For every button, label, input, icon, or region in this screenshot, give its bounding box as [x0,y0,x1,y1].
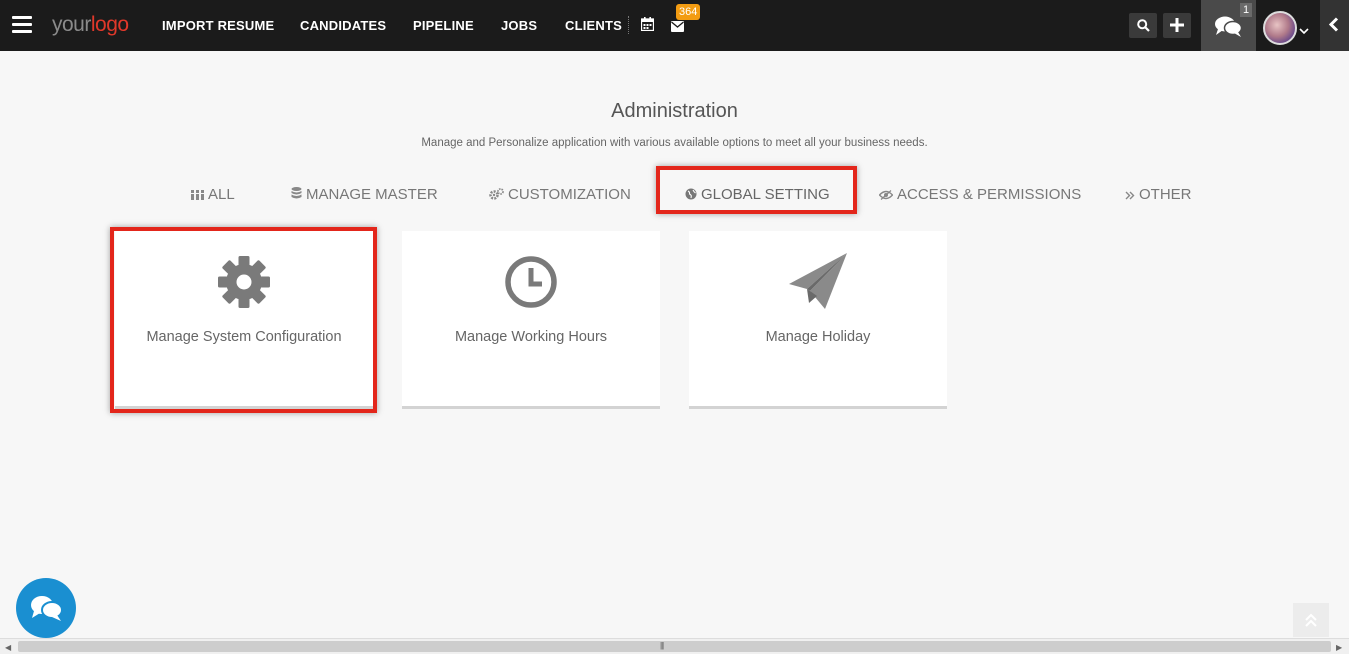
scroll-to-top-button[interactable] [1293,603,1329,637]
card-manage-working-hours[interactable]: Manage Working Hours [402,231,660,409]
search-button[interactable] [1129,13,1157,38]
card-label: Manage System Configuration [146,329,342,345]
card-manage-system-configuration[interactable]: Manage System Configuration [115,231,373,409]
eye-icon [878,190,894,200]
scroll-right-arrow-icon[interactable]: ▶ [1336,643,1342,652]
grid-icon [191,190,204,200]
plus-icon [1170,18,1184,32]
tab-other-label: OTHER [1139,186,1192,203]
page-title: Administration [611,100,738,122]
paper-plane-icon [689,253,947,318]
tab-customization[interactable]: CUSTOMIZATION [489,186,631,203]
tab-other[interactable]: OTHER [1125,186,1192,203]
globe-icon [685,188,697,200]
tab-access-permissions-label: ACCESS & PERMISSIONS [897,186,1082,203]
comments-icon [1215,16,1242,37]
card-label: Manage Working Hours [454,329,608,345]
chat-count-badge: 1 [1240,3,1253,17]
nav-jobs[interactable]: JOBS [501,18,537,33]
scroll-left-arrow-icon[interactable]: ◀ [5,643,11,652]
card-manage-holiday[interactable]: Manage Holiday [689,231,947,409]
tab-manage-master[interactable]: MANAGE MASTER [291,186,438,203]
tab-access-permissions[interactable]: ACCESS & PERMISSIONS [878,186,1082,203]
logo[interactable]: yourlogo [52,13,129,37]
nav-clients[interactable]: CLIENTS [565,18,622,33]
clock-icon [402,255,660,314]
tab-all[interactable]: ALL [191,186,235,203]
database-icon [291,187,302,199]
tab-all-label: ALL [208,186,235,203]
tab-global-setting-label: GLOBAL SETTING [701,186,830,203]
mail-icon[interactable] [671,19,684,37]
live-chat-button[interactable] [16,578,76,638]
top-navbar: yourlogo IMPORT RESUME CANDIDATES PIPELI… [0,0,1349,51]
calendar-icon[interactable] [640,17,655,36]
tab-manage-master-label: MANAGE MASTER [306,186,438,203]
page-subtitle: Manage and Personalize application with … [421,137,928,149]
double-chevron-right-icon [1125,191,1135,200]
tab-customization-label: CUSTOMIZATION [508,186,631,203]
tab-global-setting[interactable]: GLOBAL SETTING [685,186,830,203]
horizontal-scrollbar[interactable]: ◀ ||| ▶ [0,638,1349,654]
add-button[interactable] [1163,13,1191,38]
search-icon [1137,19,1150,32]
scrollbar-thumb[interactable] [18,641,1331,652]
card-label: Manage Holiday [765,329,871,345]
mail-badge: 364 [676,4,701,20]
collapse-panel-button[interactable] [1320,0,1349,51]
cogs-icon [489,188,504,200]
logo-part-1: your [52,13,91,36]
gear-icon [115,255,373,314]
scrollbar-grip-icon: ||| [660,641,664,650]
nav-divider [628,16,629,34]
nav-pipeline[interactable]: PIPELINE [413,18,474,33]
avatar[interactable] [1263,11,1297,45]
menu-icon[interactable] [12,16,32,34]
double-chevron-up-icon [1305,613,1317,627]
chevron-left-icon [1329,17,1339,32]
nav-import-resume[interactable]: IMPORT RESUME [162,18,274,33]
chevron-down-icon[interactable] [1299,22,1309,40]
nav-candidates[interactable]: CANDIDATES [300,18,386,33]
logo-part-2: logo [90,13,129,36]
chat-bubbles-icon [31,596,63,621]
